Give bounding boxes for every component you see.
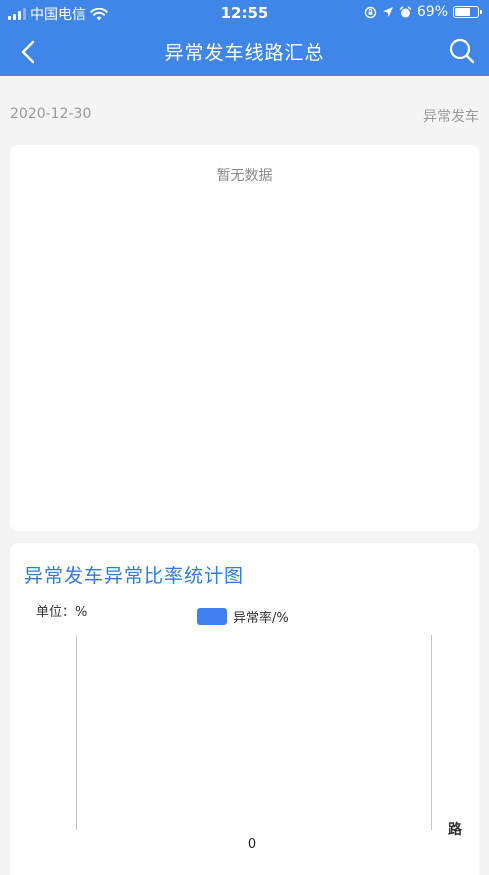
legend-swatch [197,608,227,625]
page-title: 异常发车线路汇总 [164,42,325,64]
alarm-icon [399,5,412,17]
y-axis-left [76,635,77,830]
battery-icon [453,6,482,18]
x-axis-label: 路 [448,822,462,838]
y-axis-right [431,635,432,830]
battery-percent: 69% [416,4,448,20]
search-icon [449,38,475,64]
status-right: 69% [364,4,482,20]
type-selector[interactable]: 异常发车 [423,106,479,126]
filter-row: 2020-12-30 异常发车 [0,104,489,128]
orientation-lock-icon [364,6,377,18]
axis-tick-label: 0 [247,837,257,852]
empty-state-text: 暂无数据 [216,168,273,184]
legend-label: 异常率/% [233,611,289,626]
location-arrow-icon [382,7,393,17]
search-button[interactable] [447,36,477,66]
chart-card: 异常发车异常比率统计图 单位：% 异常率/% 0 路 [10,543,479,875]
date-selector[interactable]: 2020-12-30 [10,106,91,122]
battery-level-fill [455,8,471,16]
chart-unit-label: 单位：% [36,605,88,620]
app-header: 中国电信 12:55 69% 异常发车线路汇总 [0,0,489,76]
chart-title: 异常发车异常比率统计图 [24,565,245,587]
status-bar: 中国电信 12:55 69% [0,0,489,26]
route-list-card: 暂无数据 [10,145,479,531]
chart-legend[interactable]: 异常率/% [197,607,289,626]
